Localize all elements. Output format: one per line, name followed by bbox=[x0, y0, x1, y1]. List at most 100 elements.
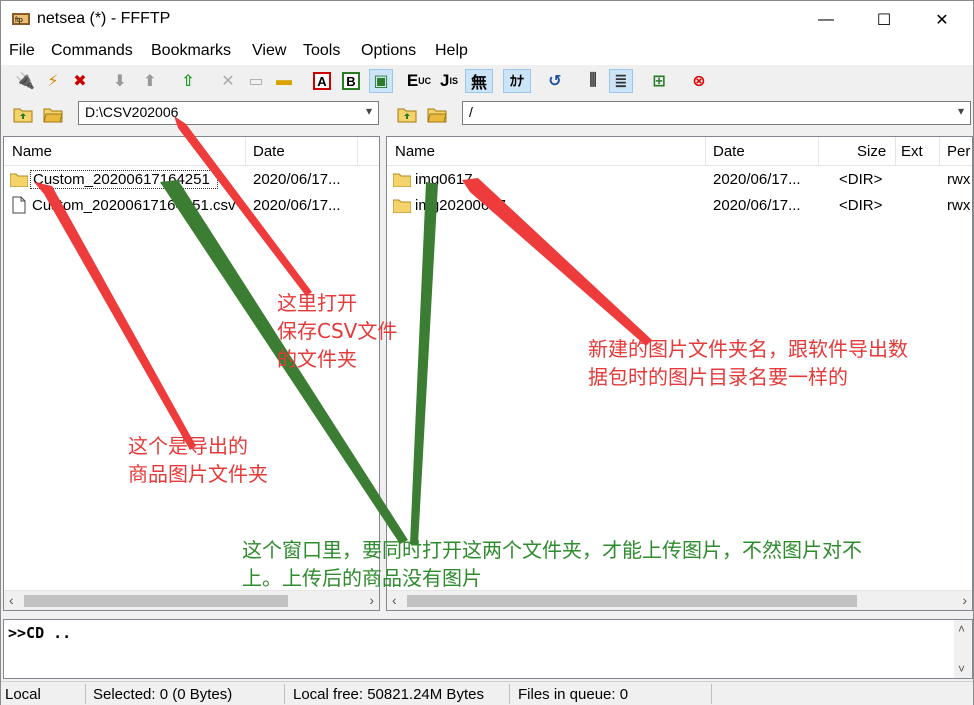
binary-letter: B bbox=[342, 72, 360, 90]
chevron-down-icon[interactable]: ▾ bbox=[958, 104, 964, 118]
column-name[interactable]: Name bbox=[395, 143, 435, 160]
remote-up-folder-icon[interactable] bbox=[397, 105, 417, 123]
column-size[interactable]: Size bbox=[857, 143, 886, 160]
local-path-combo[interactable]: D:\CSV202006 ▾ bbox=[78, 101, 379, 125]
status-local-free: Local free: 50821.24M Bytes bbox=[293, 686, 484, 703]
scrollbar-thumb[interactable] bbox=[24, 595, 288, 607]
status-divider bbox=[711, 684, 712, 704]
scroll-right-arrow-icon[interactable]: › bbox=[962, 592, 967, 608]
status-mode: Local bbox=[5, 686, 41, 703]
annotation-image-folder: 这个是导出的 商品图片文件夹 bbox=[128, 434, 268, 486]
tree-view-icon[interactable]: ⊞ bbox=[647, 69, 671, 93]
remote-path-combo[interactable]: / ▾ bbox=[462, 101, 971, 125]
maximize-button[interactable]: ☐ bbox=[855, 1, 913, 38]
connect-plug-icon[interactable]: 🔌 bbox=[13, 69, 37, 93]
ascii-letter: A bbox=[313, 72, 331, 90]
remote-horizontal-scrollbar[interactable]: ‹ › bbox=[387, 590, 972, 610]
column-divider[interactable] bbox=[818, 137, 819, 165]
status-divider bbox=[85, 684, 86, 704]
chevron-down-icon[interactable]: ▾ bbox=[366, 104, 372, 118]
euc-letter: E bbox=[406, 71, 419, 90]
jis-mode-button[interactable]: J IS bbox=[437, 69, 461, 93]
menu-file[interactable]: File bbox=[9, 42, 35, 60]
file-date: 2020/06/17... bbox=[713, 197, 801, 214]
folder-icon bbox=[393, 173, 411, 187]
folder-icon bbox=[10, 173, 28, 187]
local-row-file[interactable]: Custom_20200617164251.csv 2020/06/17... bbox=[4, 193, 379, 219]
file-permission: rwx bbox=[947, 171, 971, 188]
delete-icon[interactable]: ✕ bbox=[216, 69, 240, 93]
scrollbar-thumb[interactable] bbox=[407, 595, 857, 607]
menu-options[interactable]: Options bbox=[361, 42, 416, 60]
menu-help[interactable]: Help bbox=[435, 42, 468, 60]
column-divider[interactable] bbox=[705, 137, 706, 165]
euc-mode-button[interactable]: E UC bbox=[407, 69, 431, 93]
scroll-left-arrow-icon[interactable]: ‹ bbox=[392, 592, 397, 608]
minimize-button[interactable]: — bbox=[797, 1, 855, 38]
column-ext[interactable]: Ext bbox=[901, 143, 923, 160]
column-date[interactable]: Date bbox=[253, 143, 285, 160]
local-list-header: Name Date bbox=[4, 137, 379, 166]
annotation-open-csv-folder: 这里打开 保存CSV文件 的文件夹 bbox=[277, 291, 398, 371]
new-folder-icon[interactable]: ▬ bbox=[272, 69, 296, 93]
refresh-icon[interactable]: ↺ bbox=[543, 69, 567, 93]
scroll-up-arrow-icon[interactable]: ˄ bbox=[958, 622, 965, 636]
scroll-right-arrow-icon[interactable]: › bbox=[369, 592, 374, 608]
menu-view[interactable]: View bbox=[252, 42, 286, 60]
file-name: Custom_20200617164251 bbox=[30, 170, 218, 189]
upload-arrow-icon[interactable]: ⬆ bbox=[138, 69, 162, 93]
close-button[interactable]: ✕ bbox=[913, 1, 971, 38]
column-divider[interactable] bbox=[245, 137, 246, 165]
file-permission: rwx bbox=[947, 197, 971, 214]
column-divider[interactable] bbox=[939, 137, 940, 165]
scroll-down-arrow-icon[interactable]: ˅ bbox=[958, 662, 965, 676]
rename-icon[interactable]: ▭ bbox=[244, 69, 268, 93]
toolbar: 🔌 ⚡ ✖ ⬇ ⬆ ⇧ ✕ ▭ ▬ A B ▣ E UC J IS 無 ｶﾅ ↺ ⫼… bbox=[1, 65, 973, 97]
ascii-mode-icon[interactable]: A bbox=[310, 69, 334, 93]
list-view-icon[interactable]: ⫼ bbox=[581, 69, 605, 93]
file-icon bbox=[12, 196, 26, 214]
menu-commands[interactable]: Commands bbox=[51, 42, 133, 60]
column-divider[interactable] bbox=[357, 137, 358, 165]
log-panel[interactable]: >>CD .. ˄ ˅ bbox=[3, 619, 973, 679]
column-date[interactable]: Date bbox=[713, 143, 745, 160]
detail-view-icon[interactable]: ≣ bbox=[609, 69, 633, 93]
auto-mode-icon[interactable]: ▣ bbox=[369, 69, 393, 93]
status-queue: Files in queue: 0 bbox=[518, 686, 629, 703]
remote-open-folder-icon[interactable] bbox=[427, 105, 447, 123]
status-divider bbox=[509, 684, 510, 704]
path-bar: D:\CSV202006 ▾ / ▾ bbox=[1, 97, 973, 133]
binary-mode-icon[interactable]: B bbox=[339, 69, 363, 93]
remote-list-header: Name Date Size Ext Per bbox=[387, 137, 972, 166]
status-bar: Local Selected: 0 (0 Bytes) Local free: … bbox=[1, 681, 973, 705]
disconnect-icon[interactable]: ✖ bbox=[68, 69, 92, 93]
log-text: >>CD .. bbox=[8, 624, 72, 642]
ffftp-app-icon: ftp bbox=[12, 13, 30, 25]
menu-tools[interactable]: Tools bbox=[303, 42, 340, 60]
local-open-folder-icon[interactable] bbox=[43, 105, 63, 123]
local-up-folder-icon[interactable] bbox=[13, 105, 33, 123]
local-path-text: D:\CSV202006 bbox=[85, 104, 179, 120]
mirror-upload-icon[interactable]: ⇧ bbox=[176, 69, 200, 93]
quick-connect-icon[interactable]: ⚡ bbox=[41, 69, 65, 93]
local-horizontal-scrollbar[interactable]: ‹ › bbox=[4, 590, 379, 610]
scroll-left-arrow-icon[interactable]: ‹ bbox=[9, 592, 14, 608]
menu-bookmarks[interactable]: Bookmarks bbox=[151, 42, 231, 60]
window-title: netsea (*) - FFFTP bbox=[37, 10, 171, 27]
no-conversion-button[interactable]: 無 bbox=[465, 69, 493, 93]
remote-row-folder[interactable]: img20200617 2020/06/17... <DIR> rwx bbox=[387, 193, 972, 219]
log-vertical-scrollbar[interactable]: ˄ ˅ bbox=[954, 620, 972, 678]
stop-icon[interactable]: ⊗ bbox=[687, 69, 711, 93]
download-arrow-icon[interactable]: ⬇ bbox=[108, 69, 132, 93]
remote-path-text: / bbox=[469, 104, 473, 120]
kana-conversion-button[interactable]: ｶﾅ bbox=[503, 69, 531, 93]
file-size: <DIR> bbox=[839, 197, 883, 214]
column-permission[interactable]: Per bbox=[947, 143, 970, 160]
remote-row-folder[interactable]: img0617 2020/06/17... <DIR> rwx bbox=[387, 167, 972, 193]
euc-sub: UC bbox=[418, 76, 432, 86]
jis-sub: IS bbox=[449, 76, 458, 86]
file-date: 2020/06/17... bbox=[253, 197, 341, 214]
column-divider[interactable] bbox=[895, 137, 896, 165]
column-name[interactable]: Name bbox=[12, 143, 52, 160]
local-row-folder[interactable]: Custom_20200617164251 2020/06/17... bbox=[4, 167, 379, 193]
